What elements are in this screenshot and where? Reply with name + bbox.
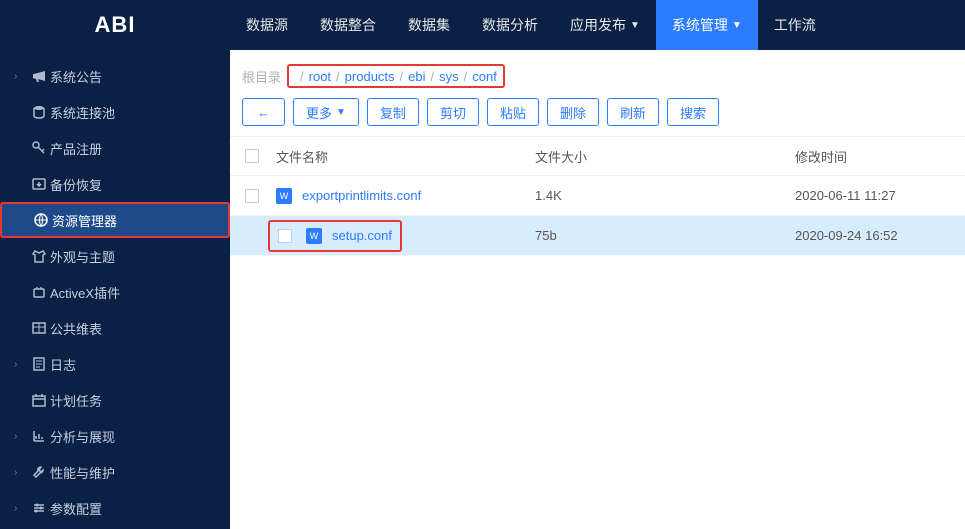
sidebar-item-11[interactable]: ›性能与维护 [0, 454, 230, 490]
file-time: 2020-09-24 16:52 [795, 228, 965, 243]
more-button[interactable]: 更多▼ [293, 98, 359, 126]
breadcrumb: 根目录 /root/products/ebi/sys/conf [230, 50, 965, 98]
chart-icon [28, 428, 50, 444]
plugin-icon [28, 284, 50, 300]
sidebar-item-10[interactable]: ›分析与展现 [0, 418, 230, 454]
key-icon [28, 140, 50, 156]
topnav-item-1[interactable]: 数据整合 [304, 0, 392, 50]
refresh-button[interactable]: 刷新 [607, 98, 659, 126]
copy-button[interactable]: 复制 [367, 98, 419, 126]
sliders-icon [28, 500, 50, 516]
sidebar-item-1[interactable]: 系统连接池 [0, 94, 230, 130]
file-name[interactable]: setup.conf [332, 228, 392, 243]
breadcrumb-segment[interactable]: products [345, 69, 395, 84]
topnav-item-4[interactable]: 应用发布▼ [554, 0, 656, 50]
search-button[interactable]: 搜索 [667, 98, 719, 126]
delete-button[interactable]: 删除 [547, 98, 599, 126]
sidebar-item-2[interactable]: 产品注册 [0, 130, 230, 166]
file-table: 文件名称 文件大小 修改时间 Wexportprintlimits.conf 1.… [230, 136, 965, 256]
sidebar-item-9[interactable]: 计划任务 [0, 382, 230, 418]
sidebar-item-7[interactable]: 公共维表 [0, 310, 230, 346]
breadcrumb-segment[interactable]: conf [472, 69, 497, 84]
paste-button[interactable]: 粘贴 [487, 98, 539, 126]
breadcrumb-segment[interactable]: ebi [408, 69, 425, 84]
sidebar-item-8[interactable]: ›日志 [0, 346, 230, 382]
top-nav: 数据源数据整合数据集数据分析应用发布▼系统管理▼工作流 [230, 0, 832, 50]
table-row[interactable]: Wsetup.conf 75b2020-09-24 16:52 [230, 216, 965, 256]
topnav-item-2[interactable]: 数据集 [392, 0, 466, 50]
topnav-item-5[interactable]: 系统管理▼ [656, 0, 758, 50]
main-content: 根目录 /root/products/ebi/sys/conf ← 更多▼ 复制… [230, 50, 965, 529]
cut-button[interactable]: 剪切 [427, 98, 479, 126]
row-checkbox[interactable] [278, 229, 292, 243]
topnav-item-0[interactable]: 数据源 [230, 0, 304, 50]
file-time: 2020-06-11 11:27 [795, 188, 965, 203]
breadcrumb-root[interactable]: 根目录 [242, 67, 281, 86]
table-icon [28, 320, 50, 336]
app-logo: ABI [0, 12, 230, 38]
header-size[interactable]: 文件大小 [535, 147, 795, 166]
db-icon [28, 104, 50, 120]
file-icon: W [306, 228, 322, 244]
file-size: 1.4K [535, 188, 795, 203]
sidebar-item-0[interactable]: ›系统公告 [0, 58, 230, 94]
file-name[interactable]: exportprintlimits.conf [302, 188, 421, 203]
shirt-icon [28, 248, 50, 264]
file-icon: W [276, 188, 292, 204]
header-name[interactable]: 文件名称 [274, 147, 535, 166]
breadcrumb-segment[interactable]: root [309, 69, 331, 84]
row-checkbox[interactable] [245, 189, 259, 203]
back-button[interactable]: ← [242, 98, 285, 126]
table-row[interactable]: Wexportprintlimits.conf 1.4K2020-06-11 11… [230, 176, 965, 216]
sidebar-item-4[interactable]: 资源管理器 [0, 202, 230, 238]
breadcrumb-segment[interactable]: sys [439, 69, 459, 84]
sidebar-item-3[interactable]: 备份恢复 [0, 166, 230, 202]
topnav-item-3[interactable]: 数据分析 [466, 0, 554, 50]
select-all-checkbox[interactable] [245, 149, 259, 163]
globe-icon [30, 212, 52, 228]
sidebar-item-6[interactable]: ActiveX插件 [0, 274, 230, 310]
topnav-item-6[interactable]: 工作流 [758, 0, 832, 50]
sidebar-item-12[interactable]: ›参数配置 [0, 490, 230, 526]
header-time[interactable]: 修改时间 [795, 147, 965, 166]
sidebar-item-5[interactable]: 外观与主题 [0, 238, 230, 274]
file-size: 75b [535, 228, 795, 243]
log-icon [28, 356, 50, 372]
sidebar: ›系统公告系统连接池产品注册备份恢复资源管理器外观与主题ActiveX插件公共维… [0, 50, 230, 529]
megaphone-icon [28, 68, 50, 84]
wrench-icon [28, 464, 50, 480]
toolbar: ← 更多▼ 复制 剪切 粘贴 删除 刷新 搜索 [230, 98, 965, 136]
backup-icon [28, 176, 50, 192]
table-header: 文件名称 文件大小 修改时间 [230, 136, 965, 176]
calendar-icon [28, 392, 50, 408]
